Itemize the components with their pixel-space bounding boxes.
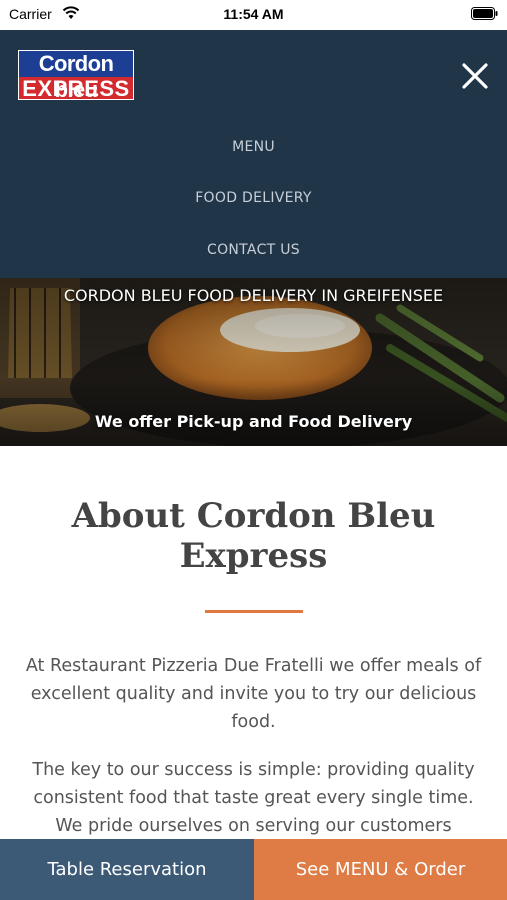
brand-logo[interactable]: Cordon bleu EXPRESS [18,50,134,102]
about-paragraph-2: The key to our success is simple: provid… [32,760,475,836]
nav-item-menu[interactable]: MENU [0,139,507,155]
battery-icon [471,7,498,20]
logo-line-2: EXPRESS [19,77,133,100]
nav-item-food-delivery[interactable]: FOOD DELIVERY [0,190,507,206]
bottom-action-bar: Table Reservation See MENU & Order [0,839,507,900]
hero-banner: CORDON BLEU FOOD DELIVERY IN GREIFENSEE … [0,278,507,446]
about-paragraph-1: At Restaurant Pizzeria Due Fratelli we o… [25,656,482,732]
nav-item-contact-us[interactable]: CONTACT US [0,242,507,258]
status-time: 11:54 AM [223,6,284,22]
nav-panel: Cordon bleu EXPRESS MENU FOOD DELIVERY C… [0,30,507,278]
status-bar: Carrier 11:54 AM [0,0,507,30]
section-divider [205,610,303,613]
logo-line-1: Cordon bleu [19,51,133,102]
hero-subtitle: We offer Pick-up and Food Delivery [94,412,413,431]
see-menu-order-button[interactable]: See MENU & Order [254,839,507,900]
table-reservation-button[interactable]: Table Reservation [0,839,254,900]
close-icon[interactable] [461,62,489,90]
hero-title: CORDON BLEU FOOD DELIVERY IN GREIFENSEE [63,286,444,305]
about-heading: About Cordon Bleu Express [71,496,436,576]
